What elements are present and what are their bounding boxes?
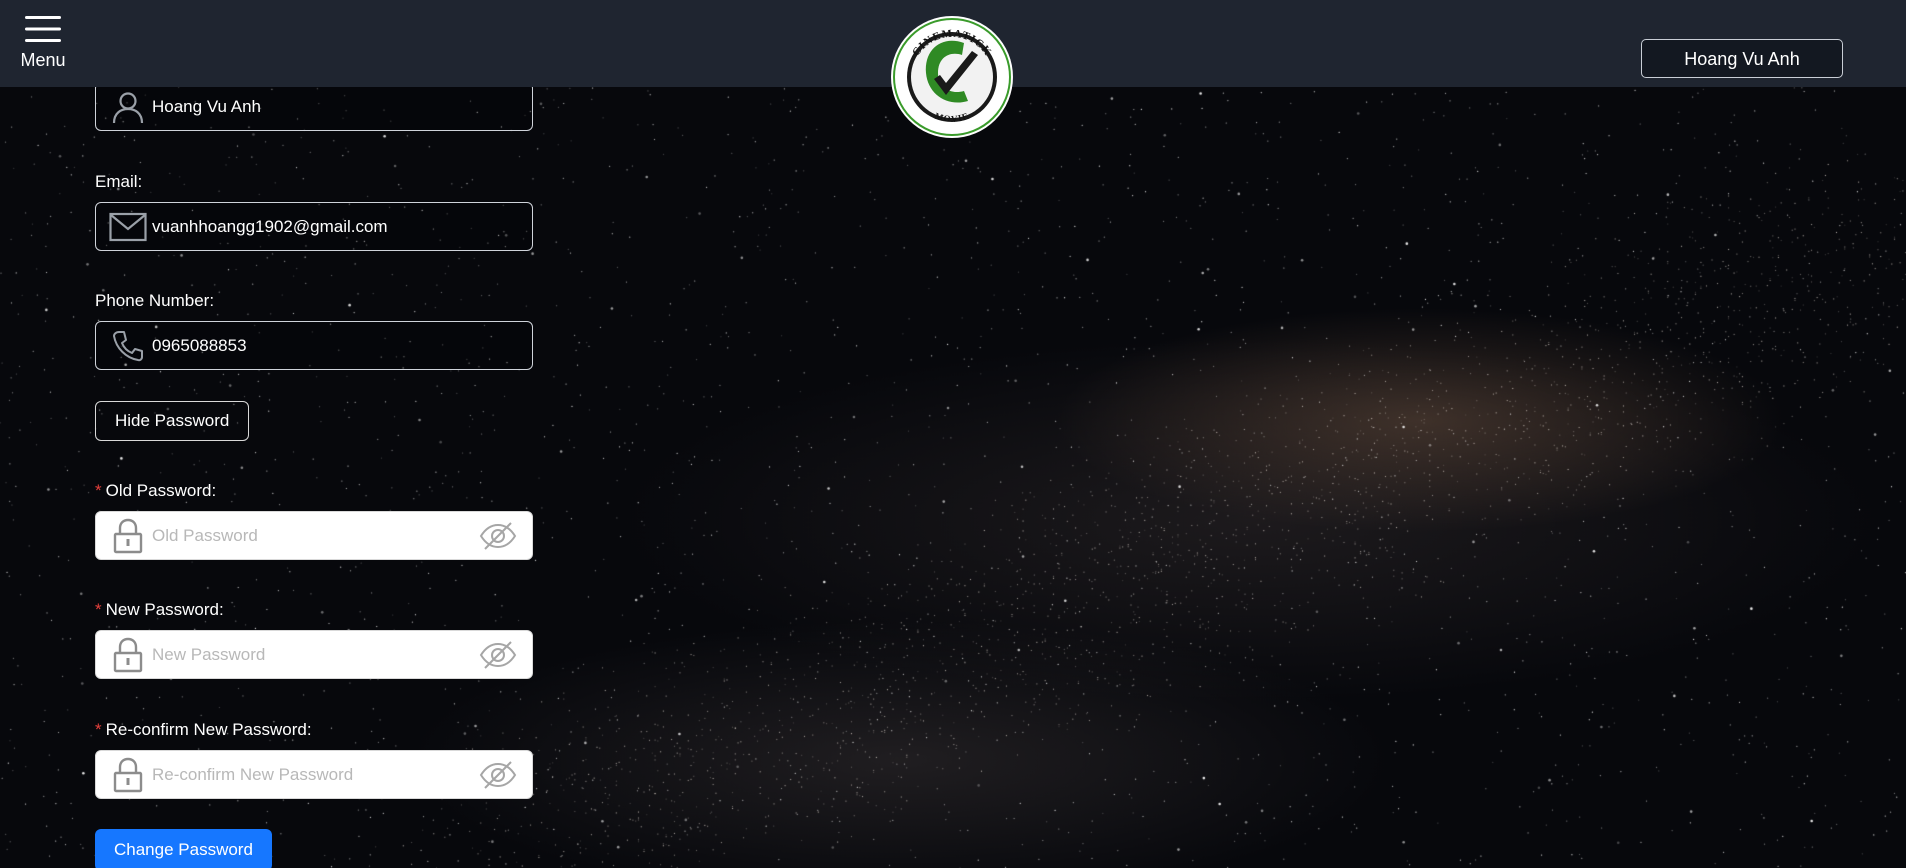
- hamburger-icon: [25, 16, 61, 42]
- lock-icon: [108, 637, 148, 673]
- phone-icon: [108, 328, 148, 364]
- email-input[interactable]: [150, 205, 532, 248]
- eye-invisible-icon[interactable]: [478, 757, 518, 793]
- change-password-button[interactable]: Change Password: [95, 829, 272, 868]
- menu-label: Menu: [20, 50, 66, 70]
- phone-input[interactable]: [150, 324, 532, 367]
- lock-icon: [108, 757, 148, 793]
- reconfirm-password-field[interactable]: [95, 750, 533, 799]
- required-mark: *: [95, 481, 102, 500]
- phone-field[interactable]: [95, 321, 533, 370]
- new-password-label: * New Password:: [95, 600, 224, 619]
- required-mark: *: [95, 600, 102, 619]
- lock-icon: [108, 518, 148, 554]
- user-account-button[interactable]: Hoang Vu Anh: [1641, 39, 1843, 78]
- phone-label: Phone Number:: [95, 291, 215, 310]
- email-field[interactable]: [95, 202, 533, 251]
- eye-invisible-icon[interactable]: [478, 637, 518, 673]
- user-icon: [108, 89, 148, 125]
- menu-button[interactable]: Menu: [14, 10, 72, 80]
- required-mark: *: [95, 720, 102, 739]
- old-password-label: * Old Password:: [95, 481, 217, 500]
- email-label: Email:: [95, 172, 143, 191]
- username-field[interactable]: [95, 82, 533, 131]
- username-input[interactable]: [150, 85, 532, 128]
- reconfirm-password-input[interactable]: [150, 753, 478, 796]
- new-password-field[interactable]: [95, 630, 533, 679]
- mail-icon: [108, 209, 148, 245]
- old-password-field[interactable]: [95, 511, 533, 560]
- old-password-input[interactable]: [150, 514, 478, 557]
- hide-password-button[interactable]: Hide Password: [95, 401, 250, 441]
- eye-invisible-icon[interactable]: [478, 518, 518, 554]
- cinematick-logo[interactable]: CINEMATICK MOVIE: [890, 15, 1014, 139]
- reconfirm-password-label: * Re-confirm New Password:: [95, 720, 312, 739]
- new-password-input[interactable]: [150, 633, 478, 676]
